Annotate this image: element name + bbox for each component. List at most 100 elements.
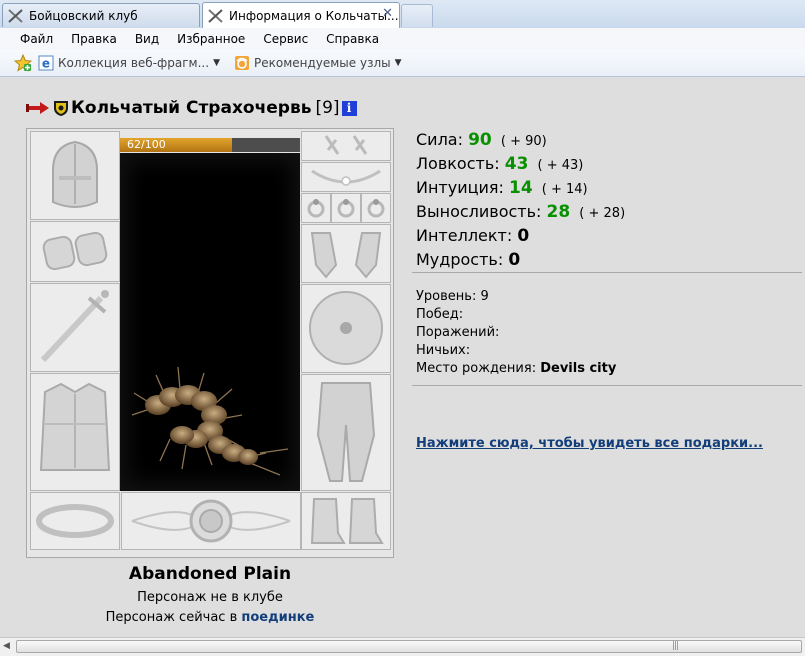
stat-label: Сила: <box>416 130 463 149</box>
menu-tools[interactable]: Сервис <box>254 32 317 46</box>
stat-bonus: ( + 43) <box>537 158 584 173</box>
info-label: Ничьих: <box>416 343 471 358</box>
new-tab-button[interactable] <box>401 4 433 27</box>
menu-favorites[interactable]: Избранное <box>168 32 254 46</box>
gloves-slot[interactable] <box>301 224 391 283</box>
suggested-sites-icon <box>234 56 249 70</box>
stat-value: 14 <box>509 178 533 198</box>
weapon-slot[interactable] <box>30 283 120 372</box>
crossed-swords-icon <box>8 8 23 23</box>
ring-icon <box>367 199 385 218</box>
stat-intellect: Интеллект: 0 <box>416 224 625 248</box>
stat-bonus: ( + 28) <box>579 206 626 221</box>
stat-label: Выносливость: <box>416 202 542 221</box>
character-level: [9] <box>315 98 340 118</box>
info-draws: Ничьих: <box>416 342 616 360</box>
tab-bar: Бойцовский клуб Информация о Кольчаты...… <box>0 0 805 29</box>
info-losses: Поражений: <box>416 324 616 342</box>
info-label: Поражений: <box>416 325 500 340</box>
divider <box>412 385 802 386</box>
stats-panel: Сила: 90 ( + 90) Ловкость: 43 ( + 43) Ин… <box>416 128 625 272</box>
tab-label: Информация о Кольчаты... <box>229 8 399 23</box>
fight-status-prefix: Персонаж сейчас в <box>105 610 238 625</box>
sword-icon <box>40 290 109 363</box>
helmet-icon <box>52 140 98 208</box>
fav-label: Коллекция веб-фрагм... <box>58 56 210 70</box>
tab-fight-club[interactable]: Бойцовский клуб <box>2 3 200 27</box>
armor-slot[interactable] <box>30 373 120 491</box>
boots-icon <box>310 498 384 544</box>
clan-emblem-icon[interactable] <box>52 99 70 117</box>
fight-status: Персонаж сейчас в поединке <box>26 610 394 625</box>
helmet-slot[interactable] <box>30 131 120 220</box>
character-name: Кольчатый Страхочервь <box>71 98 312 118</box>
stat-label: Мудрость: <box>416 250 504 269</box>
armor-icon <box>39 382 111 471</box>
info-level: Уровень: 9 <box>416 288 616 306</box>
stat-value: 43 <box>504 154 529 174</box>
ie-icon: e <box>38 55 54 71</box>
location-name: Abandoned Plain <box>128 564 292 584</box>
scroll-left-icon[interactable]: ◀ <box>3 641 10 651</box>
fav-label: Рекомендуемые узлы <box>253 56 391 70</box>
menu-file[interactable]: Файл <box>0 32 62 46</box>
gifts-link[interactable]: Нажмите сюда, чтобы увидеть все подарки.… <box>416 436 763 451</box>
earrings-slot[interactable] <box>301 131 391 161</box>
info-birthplace: Место рождения: Devils city <box>416 360 616 378</box>
stat-value: 0 <box>517 226 530 246</box>
ring-slot-3[interactable] <box>361 193 391 223</box>
shield-icon <box>309 291 383 365</box>
fav-suggested-sites[interactable]: Рекомендуемые узлы ▼ <box>234 55 402 71</box>
belt-icon <box>36 504 114 538</box>
stat-intuition: Интуиция: 14 ( + 14) <box>416 176 625 200</box>
info-label: Уровень: <box>416 289 477 304</box>
stat-bonus: ( + 14) <box>541 182 588 197</box>
belt-slot[interactable] <box>30 492 120 550</box>
stat-label: Интуиция: <box>416 178 504 197</box>
character-title: Кольчатый Страхочервь [9] i <box>25 96 357 120</box>
svg-text:e: e <box>42 57 50 71</box>
scrollbar-thumb[interactable] <box>16 640 802 653</box>
fav-web-slice-gallery[interactable]: e Коллекция веб-фрагм... ▼ <box>38 55 220 71</box>
boots-slot[interactable] <box>301 492 391 550</box>
bracers-icon <box>42 231 108 271</box>
favorites-star-icon[interactable] <box>14 54 32 72</box>
centipede-icon <box>131 366 289 476</box>
fight-link[interactable]: поединке <box>241 610 314 625</box>
crossed-swords-icon <box>208 8 223 23</box>
tab-character-info[interactable]: Информация о Кольчаты... ✕ <box>202 2 400 28</box>
shield-slot[interactable] <box>301 284 391 373</box>
favorites-bar: e Коллекция веб-фрагм... ▼ Рекомендуемые… <box>0 50 805 77</box>
ring-icon <box>337 199 355 218</box>
menu-bar: Файл Правка Вид Избранное Сервис Справка <box>0 28 805 50</box>
necklace-icon <box>311 169 381 186</box>
divider <box>412 272 802 273</box>
menu-help[interactable]: Справка <box>317 32 388 46</box>
stat-agility: Ловкость: 43 ( + 43) <box>416 152 625 176</box>
arrow-right-icon[interactable] <box>25 100 51 116</box>
leggings-icon <box>316 382 376 482</box>
menu-edit[interactable]: Правка <box>62 32 126 46</box>
info-value: Devils city <box>540 361 617 376</box>
stat-value: 90 <box>468 130 492 150</box>
scrollbar-grip-icon: ||| <box>672 641 679 651</box>
medal-icon <box>131 499 291 543</box>
info-icon[interactable]: i <box>341 100 357 116</box>
info-panel: Уровень: 9 Побед: Поражений: Ничьих: Мес… <box>416 288 616 378</box>
ring-slot-2[interactable] <box>331 193 361 223</box>
horizontal-scrollbar[interactable]: ◀ ||| <box>0 637 805 656</box>
medal-slot[interactable] <box>121 492 301 550</box>
ring-slot-1[interactable] <box>301 193 331 223</box>
info-value: 9 <box>480 289 489 304</box>
earrings-icon <box>324 135 368 155</box>
stat-bonus: ( + 90) <box>500 134 547 149</box>
menu-view[interactable]: Вид <box>126 32 168 46</box>
necklace-slot[interactable] <box>301 162 391 192</box>
leggings-slot[interactable] <box>301 374 391 491</box>
hp-text: 62/100 <box>127 138 166 151</box>
stat-label: Ловкость: <box>416 154 500 173</box>
close-icon[interactable]: ✕ <box>382 6 393 21</box>
hp-bar: 62/100 <box>120 138 300 152</box>
bracers-slot[interactable] <box>30 221 120 282</box>
stat-value: 28 <box>546 202 571 222</box>
